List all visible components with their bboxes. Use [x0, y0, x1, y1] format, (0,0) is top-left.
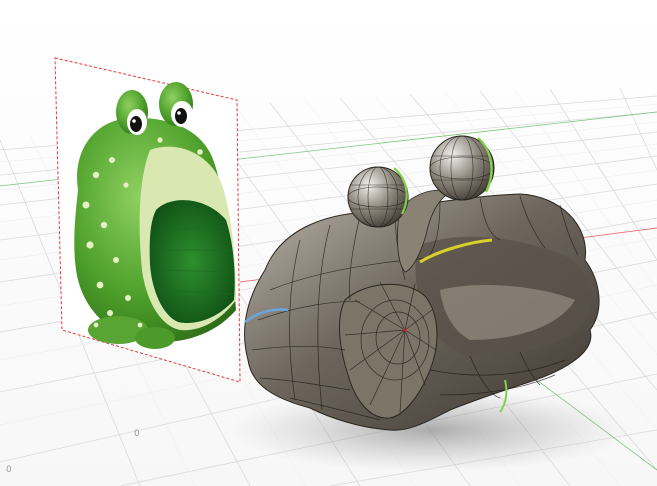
- model-eye-left: [347, 166, 409, 228]
- scene-svg: 0 0: [0, 57, 657, 486]
- 3d-viewport[interactable]: 0 0: [0, 0, 657, 486]
- reference-canvas[interactable]: [54, 57, 241, 383]
- grid-tick-label: 0: [134, 429, 140, 439]
- grid-tick-label: 0: [6, 465, 12, 475]
- tspline-frog-mesh[interactable]: [244, 135, 600, 431]
- pivot-point: [403, 328, 407, 332]
